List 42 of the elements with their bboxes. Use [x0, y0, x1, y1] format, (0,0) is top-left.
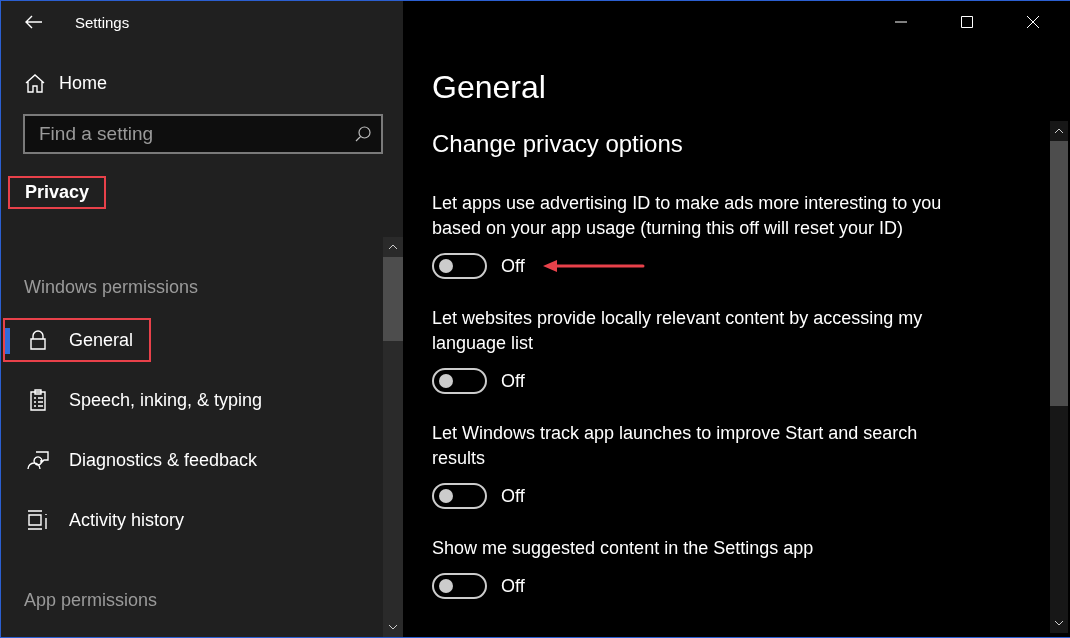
scroll-down-icon[interactable]	[1054, 620, 1064, 626]
scrollbar[interactable]	[1050, 121, 1068, 633]
page-title: General	[432, 69, 546, 106]
toggle-state-label: Off	[501, 255, 525, 277]
window-title: Settings	[75, 13, 130, 31]
setting-description: Let websites provide locally relevant content by accessing my language list	[432, 307, 924, 355]
nav-item[interactable]: Speech, inking, & typing	[3, 378, 281, 422]
scrollbar-thumb[interactable]	[383, 257, 403, 341]
setting-description: Let apps use advertising ID to make ads more interesting to you based on your app usage (turning this off will reset your ID)	[432, 192, 943, 240]
scroll-up-icon[interactable]	[388, 244, 398, 250]
home-nav-item[interactable]: Home	[25, 73, 107, 94]
clipboard-icon	[29, 389, 47, 411]
close-icon	[1027, 16, 1039, 28]
back-button[interactable]	[25, 15, 43, 29]
section-heading: Windows permissions	[24, 277, 200, 298]
toggle-switch[interactable]	[432, 368, 487, 394]
lock-icon	[29, 330, 47, 350]
search-icon	[355, 126, 371, 142]
toggle-switch[interactable]	[432, 253, 487, 279]
setting-description: Let Windows track app launches to improve Start and search results	[432, 422, 919, 470]
nav-item[interactable]: General	[3, 318, 152, 362]
timeline-icon	[27, 510, 49, 530]
toggle-state-label: Off	[501, 370, 525, 392]
section-heading: App permissions	[24, 590, 159, 611]
scroll-up-icon[interactable]	[1054, 128, 1064, 134]
scroll-down-icon[interactable]	[388, 624, 398, 630]
nav-item[interactable]: Activity history	[3, 498, 203, 542]
section-title: Change privacy options	[432, 130, 683, 158]
maximize-icon	[961, 16, 973, 28]
category-heading: Privacy	[8, 176, 107, 209]
nav-item[interactable]: Diagnostics & feedback	[3, 438, 276, 482]
toggle-switch[interactable]	[432, 483, 487, 509]
search-field[interactable]: Find a setting	[23, 114, 383, 154]
toggle-state-label: Off	[501, 485, 525, 507]
toggle-switch[interactable]	[432, 573, 487, 599]
home-icon	[25, 74, 45, 93]
person-feedback-icon	[27, 450, 49, 470]
minimize-icon	[895, 21, 907, 23]
scrollbar-thumb[interactable]	[1050, 141, 1068, 406]
setting-description: Show me suggested content in the Settings app	[432, 537, 815, 560]
scrollbar[interactable]	[383, 237, 403, 637]
toggle-state-label: Off	[501, 575, 525, 597]
